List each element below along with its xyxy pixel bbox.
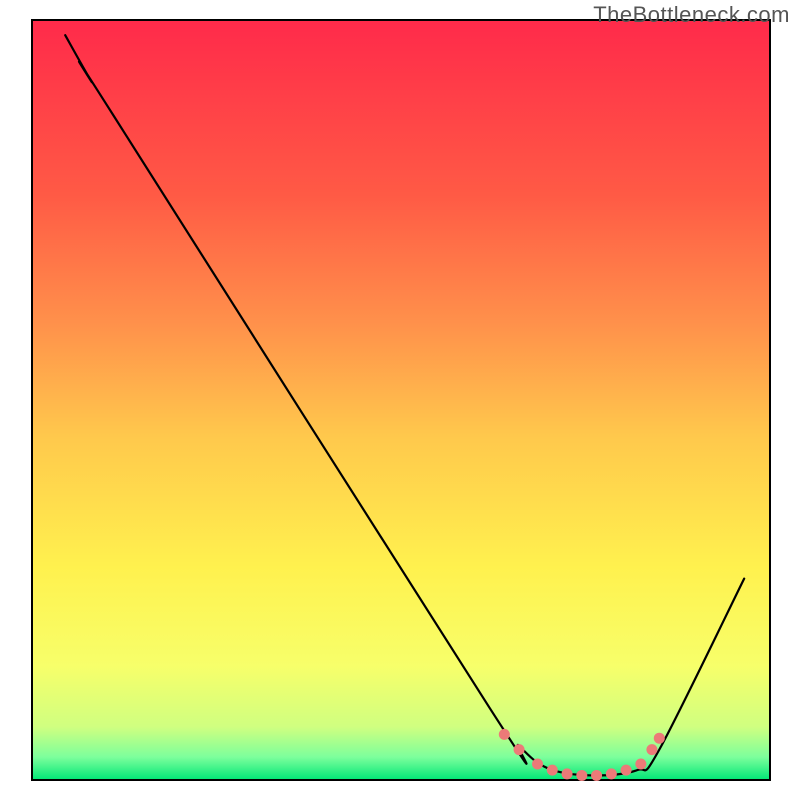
optimal-marker-dot xyxy=(499,729,510,740)
optimal-marker-dot xyxy=(532,759,543,770)
optimal-marker-dot xyxy=(514,744,525,755)
optimal-marker-dot xyxy=(547,765,558,776)
optimal-marker-dot xyxy=(606,768,617,779)
chart-canvas xyxy=(0,0,800,800)
plot-background xyxy=(32,20,770,780)
optimal-marker-dot xyxy=(621,765,632,776)
bottleneck-chart: TheBottleneck.com xyxy=(0,0,800,800)
optimal-marker-dot xyxy=(635,759,646,770)
optimal-marker-dot xyxy=(562,768,573,779)
optimal-marker-dot xyxy=(654,733,665,744)
optimal-marker-dot xyxy=(591,770,602,781)
optimal-marker-dot xyxy=(576,770,587,781)
optimal-marker-dot xyxy=(646,744,657,755)
